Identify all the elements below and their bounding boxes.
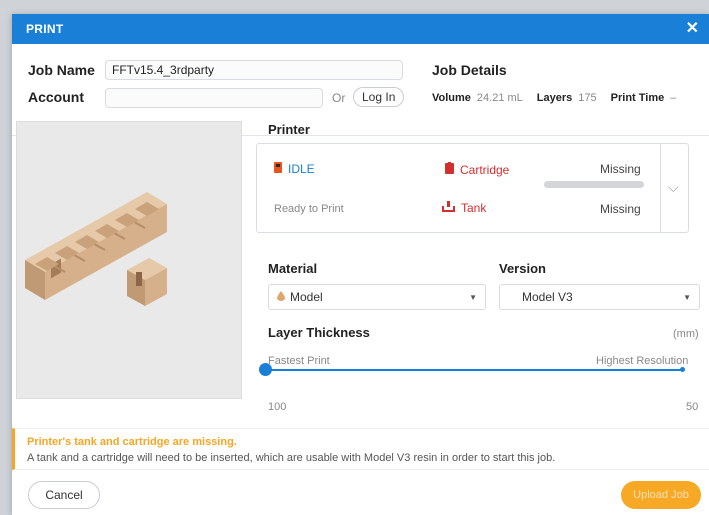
material-title: Material [268,261,318,276]
cartridge-label: Cartridge [460,162,510,177]
material-caret-icon: ▼ [469,292,477,302]
warning-banner: Printer's tank and cartridge are missing… [12,428,709,470]
printer-title: Printer [268,122,310,137]
upload-job-button[interactable]: Upload Job [621,481,701,509]
slider-max-value: 50 [686,401,699,413]
version-caret-icon: ▼ [683,292,691,302]
or-text: Or [332,91,346,105]
cartridge-icon [445,162,454,177]
tank-label: Tank [461,201,487,215]
print-time-label: Print Time [610,92,665,104]
layer-thickness-slider-track[interactable] [266,369,684,371]
cartridge-level-bar [544,181,644,188]
job-details-title: Job Details [432,62,507,78]
account-input[interactable] [105,88,323,108]
job-name-label: Job Name [28,62,95,78]
version-select[interactable]: Model V3 ▼ [499,284,700,310]
layer-thickness-title: Layer Thickness [268,325,370,340]
printer-status-detail: Ready to Print [274,203,344,215]
printer-divider [660,144,661,232]
dialog-title: PRINT [26,22,64,36]
log-in-button[interactable]: Log In [353,87,405,107]
layer-thickness-unit: (mm) [673,328,699,340]
material-selected: Model [290,290,323,304]
version-title: Version [499,261,546,276]
warning-text: A tank and a cartridge will need to be i… [27,452,556,464]
volume-value: 24.21 mL [476,92,523,104]
cancel-button[interactable]: Cancel [28,481,100,509]
warning-title: Printer's tank and cartridge are missing… [27,436,237,448]
cartridge-missing: Missing [600,162,641,176]
slider-end-marker [680,367,685,372]
chevron-down-icon[interactable]: ⌵ [668,179,679,196]
tank-missing: Missing [600,202,641,216]
resin-drop-icon [277,290,285,304]
printer-status-label: IDLE [288,162,315,176]
part-render-image [25,192,167,306]
account-label: Account [28,89,84,105]
version-selected: Model V3 [522,290,573,304]
layers-value: 175 [578,92,597,104]
printer-status: IDLE [274,162,315,176]
material-select[interactable]: Model ▼ [268,284,486,310]
layer-thickness-slider-thumb[interactable] [259,363,272,376]
model-preview[interactable] [16,121,242,399]
printer-selector[interactable]: IDLE Ready to Print Cartridge Missing Ta… [256,143,689,233]
print-time-value: – [670,92,677,104]
material-value: Model [277,290,323,304]
volume-label: Volume [432,92,471,104]
tank-status: Tank [442,201,486,215]
job-name-input[interactable] [105,60,403,80]
cartridge-status: Cartridge [445,162,509,177]
tank-icon [442,201,455,215]
close-icon[interactable]: ✕ [686,21,699,37]
slider-min-value: 100 [268,401,287,413]
layers-label: Layers [536,92,573,104]
fastest-print-label: Fastest Print [268,355,330,367]
printer-status-icon [274,162,282,176]
dialog-titlebar: PRINT ✕ [12,14,709,44]
highest-resolution-label: Highest Resolution [596,355,689,367]
job-details-row: Volume 24.21 mL Layers 175 Print Time – [432,92,684,104]
